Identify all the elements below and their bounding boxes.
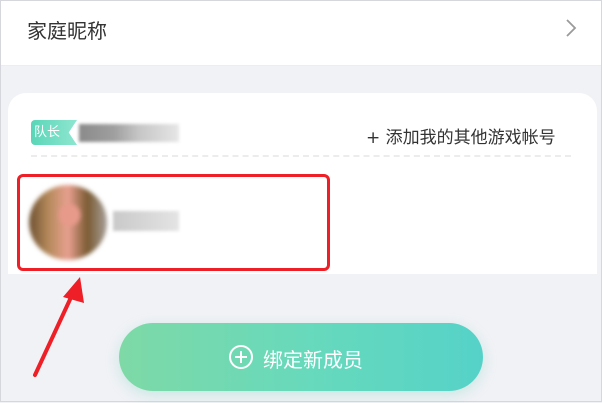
family-nickname-row[interactable]: 家庭昵称	[1, 1, 601, 66]
divider	[31, 155, 571, 157]
bind-new-member-label: 绑定新成员	[263, 348, 363, 372]
captain-name-blurred	[79, 124, 179, 142]
chevron-right-icon	[566, 19, 577, 37]
member-highlight-box	[17, 174, 330, 271]
add-other-game-account-link[interactable]: + 添加我的其他游戏帐号	[366, 123, 556, 148]
screen: 家庭昵称 队长 + 添加我的其他游戏帐号 绑定新成员	[0, 0, 602, 402]
family-nickname-label: 家庭昵称	[27, 19, 107, 43]
plus-circle-icon	[229, 345, 253, 369]
